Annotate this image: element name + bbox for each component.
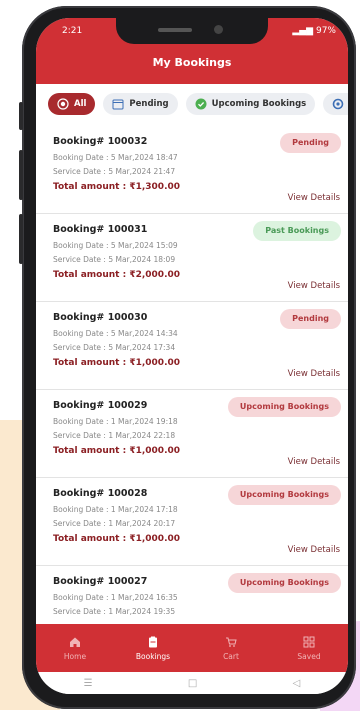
status-badge: Upcoming Bookings [227, 573, 341, 593]
home-icon [70, 637, 80, 647]
nav-item-home[interactable]: Home [45, 636, 105, 661]
gear-icon [332, 98, 344, 110]
filter-chip-upcoming[interactable]: Upcoming Bookings [185, 93, 316, 115]
total-amount: Total amount : ₹1,000.00 [53, 446, 181, 456]
status-time: 2:21 [62, 26, 83, 36]
filter-chip-pending[interactable]: Pending [103, 93, 178, 115]
booking-card[interactable]: Booking# 100032 Booking Date : 5 Mar,202… [36, 126, 348, 214]
recent-apps-icon[interactable]: ☰ [84, 678, 93, 689]
status-battery: ▂▄▆ 97% [292, 26, 336, 36]
booking-date: Booking Date : 5 Mar,2024 14:34 [53, 329, 178, 338]
phone-side-button [19, 214, 23, 264]
booking-date: Booking Date : 1 Mar,2024 17:18 [53, 505, 178, 514]
service-date: Service Date : 1 Mar,2024 20:17 [53, 519, 176, 528]
cart-icon [226, 637, 237, 647]
total-amount: Total amount : ₹1,000.00 [53, 534, 181, 544]
nav-item-bookings[interactable]: Bookings [123, 636, 183, 661]
nav-item-cart[interactable]: Cart [201, 636, 261, 661]
camera-icon [214, 25, 223, 34]
booking-date: Booking Date : 5 Mar,2024 15:09 [53, 241, 178, 250]
page-title: My Bookings [152, 56, 232, 69]
nav-item-saved[interactable]: Saved [279, 636, 339, 661]
status-badge: Upcoming Bookings [227, 397, 341, 417]
filter-chips: All Pending Upcoming Bookings C [36, 84, 348, 124]
status-badge: Past Bookings [253, 221, 341, 241]
view-details-link[interactable]: View Details [288, 369, 340, 379]
app-bar: 2:21 ▂▄▆ 97% My Bookings [36, 18, 348, 84]
phone-side-button [19, 150, 23, 200]
booking-date: Booking Date : 5 Mar,2024 18:47 [53, 153, 178, 162]
view-details-link[interactable]: View Details [288, 193, 340, 203]
booking-date: Booking Date : 1 Mar,2024 19:18 [53, 417, 178, 426]
view-details-link[interactable]: View Details [288, 281, 340, 291]
service-date: Service Date : 5 Mar,2024 18:09 [53, 255, 176, 264]
phone-notch [116, 18, 268, 44]
service-date: Service Date : 5 Mar,2024 21:47 [53, 167, 176, 176]
total-amount: Total amount : ₹1,300.00 [53, 182, 181, 192]
status-badge: Pending [280, 309, 341, 329]
total-amount: Total amount : ₹1,000.00 [53, 358, 181, 368]
booking-date: Booking Date : 1 Mar,2024 16:35 [53, 593, 178, 602]
system-navigation-bar: ☰ □ ◁ [36, 672, 348, 694]
service-date: Service Date : 5 Mar,2024 17:34 [53, 343, 176, 352]
view-details-link[interactable]: View Details [288, 457, 340, 467]
service-date: Service Date : 1 Mar,2024 22:18 [53, 431, 176, 440]
bottom-navigation: Home Bookings Cart Saved [36, 624, 348, 672]
grid-icon [303, 636, 315, 647]
total-amount: Total amount : ₹2,000.00 [53, 270, 181, 280]
clipboard-icon [149, 636, 157, 647]
filter-chip-all[interactable]: All [48, 93, 96, 115]
back-icon[interactable]: ◁ [293, 678, 301, 689]
filter-chip-more[interactable]: C [323, 93, 348, 115]
booking-card[interactable]: Booking# 100030 Booking Date : 5 Mar,202… [36, 302, 348, 390]
status-badge: Upcoming Bookings [227, 485, 341, 505]
home-button-icon[interactable]: □ [188, 678, 197, 689]
speaker-icon [158, 28, 192, 32]
booking-card[interactable]: Booking# 100031 Booking Date : 5 Mar,202… [36, 214, 348, 302]
service-date: Service Date : 1 Mar,2024 19:35 [53, 607, 176, 616]
calendar-icon [112, 99, 124, 110]
booking-card[interactable]: Booking# 100029 Booking Date : 1 Mar,202… [36, 390, 348, 478]
booking-card[interactable]: Booking# 100028 Booking Date : 1 Mar,202… [36, 478, 348, 566]
app-screen: 2:21 ▂▄▆ 97% My Bookings All Pending Upc… [36, 18, 348, 694]
target-icon [57, 98, 69, 110]
status-badge: Pending [280, 133, 341, 153]
view-details-link[interactable]: View Details [288, 545, 340, 555]
check-circle-icon [195, 98, 207, 110]
phone-side-button [19, 102, 23, 130]
bookings-list: Booking# 100032 Booking Date : 5 Mar,202… [36, 126, 348, 654]
signal-icon: ▂▄▆ [292, 26, 314, 36]
